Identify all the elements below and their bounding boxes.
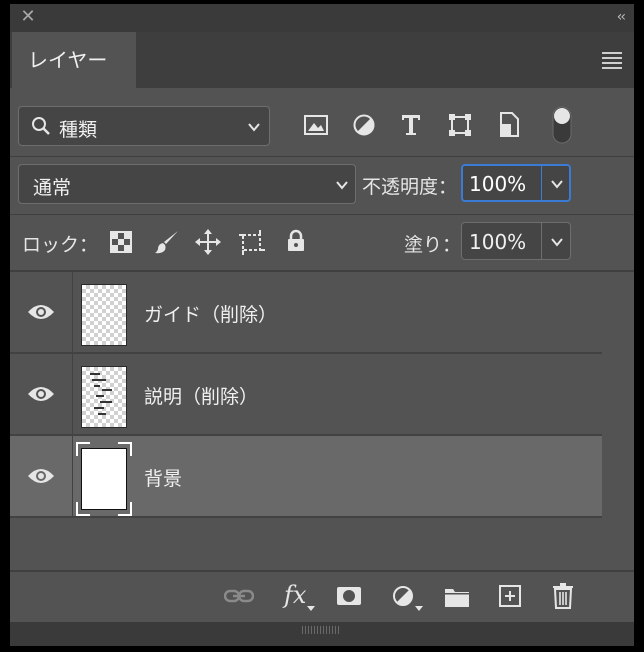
shape-filter-icon[interactable] <box>448 113 472 137</box>
chevron-down-icon <box>248 123 260 132</box>
new-layer-icon[interactable] <box>498 584 522 608</box>
adjustment-filter-icon[interactable] <box>352 113 376 137</box>
chevron-down-icon[interactable] <box>550 177 564 191</box>
fill-label: 塗り： <box>404 234 462 256</box>
lock-transparent-pixels-icon[interactable] <box>110 231 132 253</box>
window-frame: ✕ ‹‹ レイヤー 種類 通常 不透明度： 100% ロック： 塗り： 100%… <box>0 0 644 652</box>
panel-tabbar: レイヤー <box>10 32 634 88</box>
divider <box>10 214 634 215</box>
filter-kind-select[interactable]: 種類 <box>18 106 270 146</box>
opacity-separator <box>541 166 542 200</box>
layers-panel: ✕ ‹‹ レイヤー 種類 通常 不透明度： 100% ロック： 塗り： 100%… <box>10 4 634 646</box>
fill-separator <box>541 223 542 259</box>
blend-mode-select[interactable]: 通常 <box>18 164 356 204</box>
layer-name[interactable]: ガイド（削除） <box>144 300 277 327</box>
add-mask-icon[interactable] <box>336 586 362 606</box>
eye-icon <box>28 305 54 319</box>
thumbnail-text-marks <box>90 373 112 415</box>
row-separator <box>72 436 73 518</box>
lock-artboard-icon[interactable] <box>238 228 266 256</box>
layer-thumbnail[interactable] <box>81 284 127 346</box>
visibility-toggle[interactable] <box>10 436 72 517</box>
new-adjustment-icon[interactable] <box>392 585 416 609</box>
selection-bracket <box>118 502 132 516</box>
layer-thumbnail[interactable] <box>81 448 127 510</box>
fill-value: 100% <box>469 230 527 254</box>
panel-menu-icon[interactable] <box>602 52 622 69</box>
trash-icon[interactable] <box>552 583 574 609</box>
lock-all-icon[interactable] <box>286 229 306 253</box>
selection-bracket <box>76 442 90 456</box>
chevron-down-icon[interactable] <box>550 235 564 249</box>
layer-row[interactable]: 説明（削除） <box>10 354 602 436</box>
fx-dropdown-caret <box>307 606 315 611</box>
fx-icon[interactable]: fx <box>284 581 306 609</box>
divider <box>10 156 634 157</box>
link-layers-icon[interactable] <box>224 587 254 605</box>
visibility-toggle[interactable] <box>10 272 72 353</box>
row-separator <box>10 516 602 518</box>
tab-layers[interactable]: レイヤー <box>12 32 136 88</box>
fill-field[interactable]: 100% <box>461 222 571 260</box>
filter-toggle[interactable] <box>552 106 572 144</box>
blend-mode-value: 通常 <box>33 177 72 199</box>
opacity-field[interactable]: 100% <box>461 164 571 202</box>
layer-name[interactable]: 説明（削除） <box>144 382 258 409</box>
row-separator <box>72 354 73 436</box>
layer-name[interactable]: 背景 <box>144 464 182 491</box>
adjustment-dropdown-caret <box>415 606 423 611</box>
panel-titlebar: ✕ ‹‹ <box>10 4 634 32</box>
panel-resize-grip[interactable] <box>10 622 634 646</box>
type-filter-icon[interactable] <box>400 113 422 137</box>
row-separator <box>72 272 73 354</box>
eye-icon <box>28 469 54 483</box>
layers-list: ガイド（削除） 説明（削除） 背景 <box>10 272 602 522</box>
lock-position-icon[interactable] <box>194 228 222 256</box>
close-icon[interactable]: ✕ <box>18 7 38 27</box>
opacity-value: 100% <box>469 172 527 196</box>
layer-row-selected[interactable]: 背景 <box>10 436 602 518</box>
selection-bracket <box>118 442 132 456</box>
selection-bracket <box>76 502 90 516</box>
collapse-panel-icon[interactable]: ‹‹ <box>617 8 626 26</box>
layer-thumbnail[interactable] <box>81 366 127 428</box>
filter-kind-label: 種類 <box>59 119 98 141</box>
new-group-folder-icon[interactable] <box>444 586 470 608</box>
eye-icon <box>28 387 54 401</box>
layer-row[interactable]: ガイド（削除） <box>10 272 602 354</box>
lock-image-pixels-icon[interactable] <box>154 229 180 255</box>
search-icon <box>32 117 50 135</box>
smart-object-filter-icon[interactable] <box>498 112 520 138</box>
opacity-label: 不透明度： <box>362 176 458 198</box>
layers-bottom-bar: fx <box>10 572 634 624</box>
lock-label: ロック： <box>22 234 99 256</box>
chevron-down-icon <box>336 181 348 190</box>
visibility-toggle[interactable] <box>10 354 72 435</box>
image-filter-icon[interactable] <box>304 114 328 136</box>
